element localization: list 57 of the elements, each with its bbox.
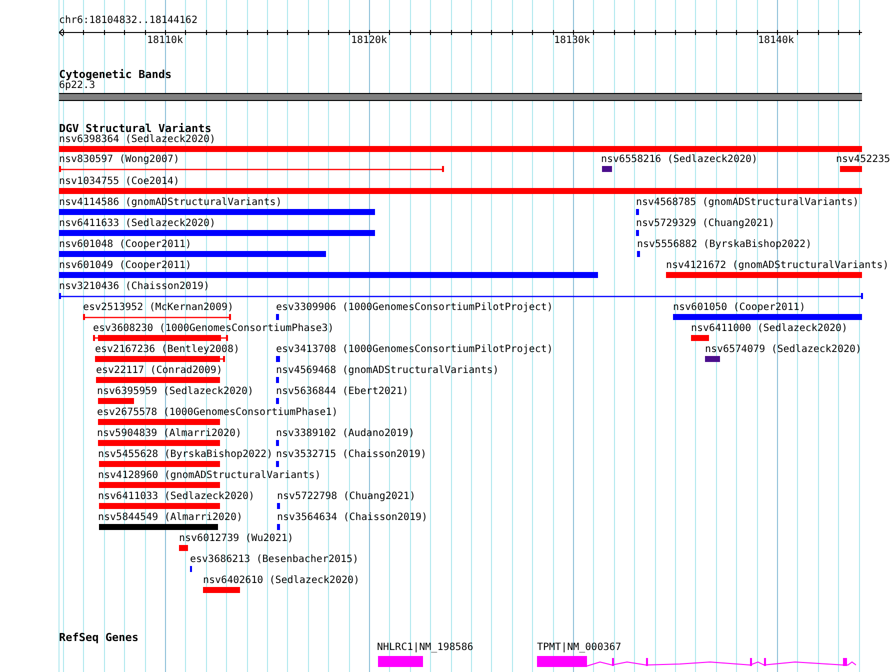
track-title: RefSeq Genes [59,631,138,644]
feature-label: nsv452235 [836,154,890,166]
location-label: chr6:18104832..18144162 [59,15,198,27]
axis-label: 18110k [146,35,184,47]
feature-label: nsv5904839 (Almarri2020) [97,428,242,440]
variant-line[interactable] [59,293,863,299]
feature-label: nsv6411633 (Sedlazeck2020) [59,218,216,230]
gene-model-drawing[interactable] [537,656,856,667]
track-title: Cytogenetic Bands [59,68,172,81]
variant-line[interactable] [59,166,444,172]
feature-label: nsv601049 (Cooper2011) [59,260,192,272]
axis-label: 18140k [758,35,794,47]
feature-label: esv3309906 (1000GenomesConsortiumPilotProject) [276,302,553,314]
feature-label: nsv4121672 (gnomADStructuralVariants) [666,260,889,272]
feature-label: esv3413708 (1000GenomesConsortiumPilotProject) [276,344,553,356]
feature-label: nsv3210436 (Chaisson2019) [59,281,210,293]
feature-label: nsv5844549 (Almarri2020) [98,512,242,524]
feature-label: TPMT|NM_000367 [537,642,622,654]
feature-label: nsv5556882 (ByrskaBishop2022) [637,239,812,251]
variant-line[interactable] [83,314,231,320]
feature-label: nsv6558216 (Sedlazeck2020) [601,154,758,166]
feature-label: nsv601050 (Cooper2011) [673,302,806,314]
feature-label: nsv4569468 (gnomADStructuralVariants) [276,365,499,377]
feature-label: nsv6411033 (Sedlazeck2020) [98,491,255,503]
feature-label: nsv3389102 (Audano2019) [276,428,414,440]
feature-label: nsv830597 (Wong2007) [59,154,180,166]
feature-label: esv2513952 (McKernan2009) [83,302,234,314]
feature-label: nsv6402610 (Sedlazeck2020) [203,575,360,587]
axis-label: 18130k [554,35,590,47]
axis-label: 18120k [350,35,388,47]
gene-bar[interactable] [378,656,423,667]
feature-label: NHLRC1|NM_198586 [377,642,474,654]
feature-label: nsv601048 (Cooper2011) [59,239,192,251]
feature-label: nsv4568785 (gnomADStructuralVariants) [636,197,859,209]
feature-label: nsv1034755 (Coe2014) [59,176,180,188]
feature-label: esv3608230 (1000GenomesConsortiumPhase3) [93,323,334,335]
feature-label: nsv6395959 (Sedlazeck2020) [97,386,254,398]
feature-label: nsv5722798 (Chuang2021) [277,491,416,503]
feature-label: nsv6012739 (Wu2021) [179,533,294,545]
feature-label: esv3686213 (Besenbacher2015) [190,554,359,566]
variant-bar[interactable] [93,335,228,341]
feature-label: nsv5636844 (Ebert2021) [276,386,408,398]
cytoband-bar[interactable] [59,93,862,101]
feature-label: nsv3532715 (Chaisson2019) [276,449,427,461]
feature-label: esv2167236 (Bentley2008) [95,344,240,356]
feature-label: nsv6574079 (Sedlazeck2020) [705,344,862,356]
feature-label: nsv6411000 (Sedlazeck2020) [691,323,848,335]
feature-label: nsv3564634 (Chaisson2019) [277,512,428,524]
feature-label: 6p22.3 [59,80,96,92]
feature-label: nsv6398364 (Sedlazeck2020) [59,134,216,146]
feature-label: esv22117 (Conrad2009) [96,365,222,377]
feature-label: nsv4128960 (gnomADStructuralVariants) [98,470,321,482]
feature-label: nsv5729329 (Chuang2021) [636,218,774,230]
feature-label: nsv5455628 (ByrskaBishop2022) [98,449,273,461]
track-title: DGV Structural Variants [59,122,212,135]
feature-label: nsv4114586 (gnomADStructuralVariants) [59,197,282,209]
feature-label: esv2675578 (1000GenomesConsortiumPhase1) [97,407,338,419]
